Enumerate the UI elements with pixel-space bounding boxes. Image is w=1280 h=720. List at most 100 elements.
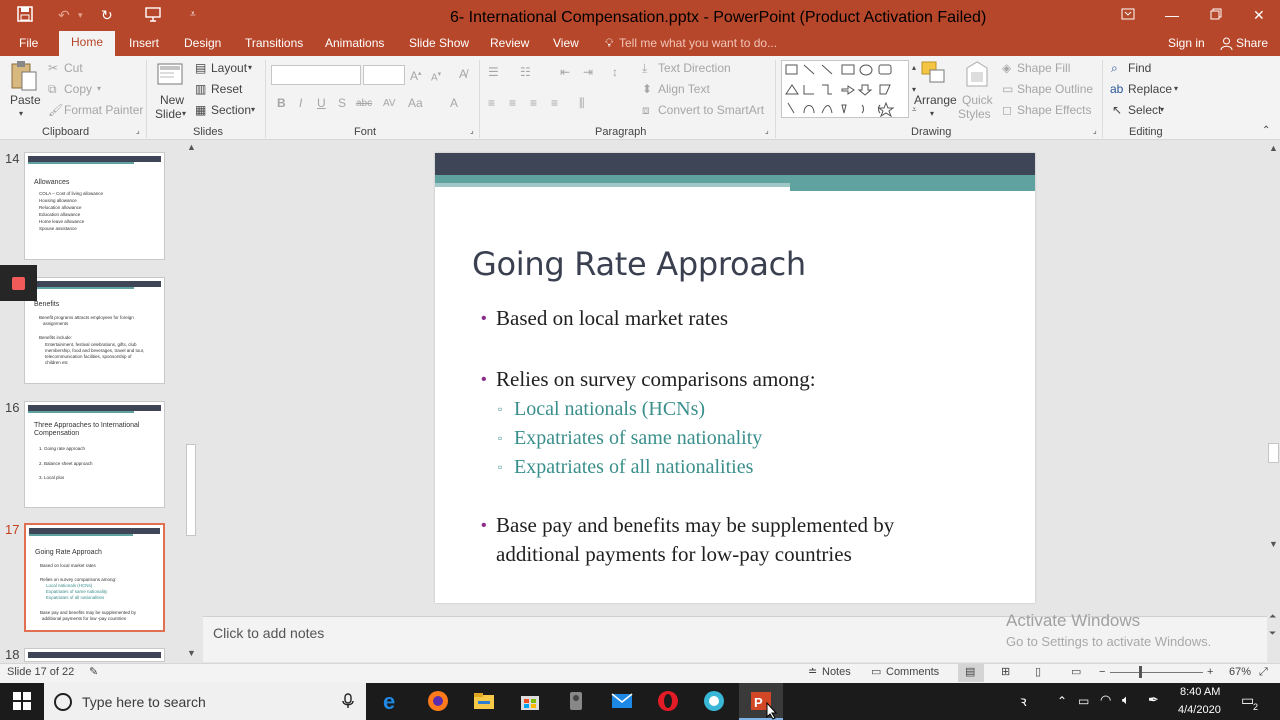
people-icon[interactable]: ꝛ xyxy=(1020,692,1027,711)
save-icon[interactable] xyxy=(17,6,33,26)
tab-review[interactable]: Review xyxy=(488,33,531,56)
windows-start-icon[interactable] xyxy=(13,692,31,715)
new-slide-dropdown-icon[interactable]: ▾ xyxy=(182,107,186,121)
slide-sorter-icon[interactable]: ⊞ xyxy=(1001,666,1010,679)
character-spacing-icon[interactable]: AV xyxy=(383,97,396,111)
notes-placeholder[interactable]: Click to add notes xyxy=(213,625,324,641)
justify-icon[interactable]: ≡ xyxy=(551,96,558,110)
tab-file[interactable]: File xyxy=(17,33,40,56)
slideshow-view-icon[interactable]: ▭ xyxy=(1071,666,1081,679)
numbering-icon[interactable]: ☷ xyxy=(520,65,531,79)
wifi-icon[interactable]: ◠ xyxy=(1100,692,1111,708)
close-icon[interactable]: ✕ xyxy=(1253,6,1265,24)
reset-button[interactable]: Reset xyxy=(211,82,242,96)
store-icon[interactable] xyxy=(518,689,542,713)
quick-styles-label-2[interactable]: Styles xyxy=(958,107,991,121)
quick-styles-icon[interactable] xyxy=(963,60,991,95)
redo-icon[interactable]: ↻ xyxy=(101,6,113,24)
shapes-gallery[interactable] xyxy=(781,60,909,118)
mail-icon[interactable] xyxy=(610,689,634,713)
stop-record-icon[interactable] xyxy=(12,277,25,290)
notes-button[interactable]: Notes xyxy=(822,666,851,679)
change-case-icon[interactable]: Aa xyxy=(408,96,423,110)
paste-button[interactable]: Paste xyxy=(10,93,41,107)
layout-button[interactable]: Layout xyxy=(211,61,247,75)
strikethrough-icon[interactable]: abc xyxy=(356,97,372,111)
paste-icon[interactable] xyxy=(10,60,38,97)
opera-icon[interactable] xyxy=(656,689,680,713)
replace-button[interactable]: Replace xyxy=(1128,82,1172,96)
clipboard-launcher-icon[interactable]: ⌟ xyxy=(136,126,140,135)
cut-button[interactable]: Cut xyxy=(64,61,83,75)
taskbar-search-input[interactable]: Type here to search xyxy=(82,694,206,710)
slide-thumbnail-18[interactable] xyxy=(24,648,165,662)
align-text-button[interactable]: Align Text xyxy=(658,82,710,96)
slide-bullet-1[interactable]: Based on local market rates xyxy=(496,304,728,332)
scroll-thumb[interactable] xyxy=(1268,443,1279,463)
layout-dropdown-icon[interactable]: ▾ xyxy=(248,61,252,75)
slide-thumbnail-14[interactable]: Allowances COLA – Cost of living allowan… xyxy=(24,152,165,260)
increase-indent-icon[interactable]: ⇥ xyxy=(583,65,593,79)
copy-button[interactable]: Copy xyxy=(64,82,92,96)
previous-slide-icon[interactable]: ⏶ xyxy=(1269,611,1276,622)
find-button[interactable]: Find xyxy=(1128,61,1151,75)
tell-me-search[interactable]: Tell me what you want to do... xyxy=(617,33,779,56)
undo-icon[interactable]: ↶ xyxy=(58,6,70,24)
zoom-level[interactable]: 67% xyxy=(1229,666,1251,679)
scroll-down-icon[interactable]: ▼ xyxy=(187,648,196,658)
undo-dropdown-icon[interactable]: ▾ xyxy=(78,6,83,24)
scroll-down-icon[interactable]: ▼ xyxy=(1269,539,1278,549)
thumbnails-scrollbar[interactable]: ▲ ▼ xyxy=(184,142,198,662)
spell-check-icon[interactable]: ✎ xyxy=(89,666,98,679)
customize-quick-access-icon[interactable]: ⩡ xyxy=(190,6,196,24)
slide-title[interactable]: Going Rate Approach xyxy=(472,245,806,283)
copy-dropdown-icon[interactable]: ▾ xyxy=(97,82,101,96)
clear-formatting-icon[interactable]: A̸ xyxy=(459,67,467,81)
slide-scrollbar[interactable]: ▲ ▼ ⏶ ⏷ xyxy=(1267,141,1280,663)
zoom-out-icon[interactable]: − xyxy=(1099,666,1105,679)
volume-icon[interactable]: 🔈︎ xyxy=(1122,692,1130,708)
scroll-up-icon[interactable]: ▲ xyxy=(187,142,196,152)
zoom-in-icon[interactable]: + xyxy=(1207,666,1213,679)
share-button[interactable]: Share xyxy=(1234,33,1270,56)
slide-sub-bullet-3[interactable]: Expatriates of all nationalities xyxy=(514,453,753,481)
next-slide-icon[interactable]: ⏷ xyxy=(1269,628,1276,639)
zoom-slider-thumb[interactable] xyxy=(1139,666,1142,678)
slide-sub-bullet-2[interactable]: Expatriates of same nationality xyxy=(514,424,762,452)
scroll-thumb[interactable] xyxy=(186,444,196,536)
section-dropdown-icon[interactable]: ▾ xyxy=(251,103,255,117)
replace-dropdown-icon[interactable]: ▾ xyxy=(1174,82,1178,96)
font-color-icon[interactable]: A xyxy=(450,96,458,110)
pen-icon[interactable]: ✒ xyxy=(1148,692,1159,708)
minimize-icon[interactable]: — xyxy=(1165,6,1179,24)
slide-sub-bullet-1[interactable]: Local nationals (HCNs) xyxy=(514,395,705,423)
collapse-ribbon-icon[interactable]: ⌃ xyxy=(1262,124,1270,138)
align-right-icon[interactable]: ≡ xyxy=(530,96,537,110)
underline-icon[interactable]: U xyxy=(317,96,326,110)
slide-thumbnail-15[interactable]: Benefits Benefit programs attracts emplo… xyxy=(24,277,165,384)
slide-bullet-3-continued[interactable]: additional payments for low-pay countrie… xyxy=(496,540,852,568)
arrange-icon[interactable] xyxy=(920,60,948,95)
text-direction-button[interactable]: Text Direction xyxy=(658,61,731,75)
select-button[interactable]: Select xyxy=(1128,103,1161,117)
sign-in-link[interactable]: Sign in xyxy=(1166,33,1207,56)
slide-bullet-2[interactable]: Relies on survey comparisons among: xyxy=(496,365,816,393)
zoom-slider[interactable] xyxy=(1110,672,1203,673)
recording-overlay[interactable] xyxy=(0,265,37,301)
arrange-dropdown-icon[interactable]: ▾ xyxy=(930,107,934,121)
select-dropdown-icon[interactable]: ▾ xyxy=(1160,103,1164,117)
new-slide-icon[interactable] xyxy=(156,60,186,95)
columns-icon[interactable]: ⫼ xyxy=(579,96,585,110)
arrange-button[interactable]: Arrange xyxy=(914,93,957,107)
center-icon[interactable]: ≡ xyxy=(509,96,516,110)
tab-view[interactable]: View xyxy=(551,33,581,56)
decrease-indent-icon[interactable]: ⇤ xyxy=(560,65,570,79)
tab-transitions[interactable]: Transitions xyxy=(243,33,305,56)
tab-design[interactable]: Design xyxy=(182,33,223,56)
gallery-scroll-up-icon[interactable]: ▴ xyxy=(912,61,916,75)
bullets-icon[interactable]: ☰ xyxy=(488,65,499,79)
italic-icon[interactable]: I xyxy=(299,96,302,110)
browser-app-icon[interactable] xyxy=(702,689,726,713)
decrease-font-size-icon[interactable]: A▾ xyxy=(431,68,441,85)
quick-styles-label[interactable]: Quick xyxy=(962,93,993,107)
